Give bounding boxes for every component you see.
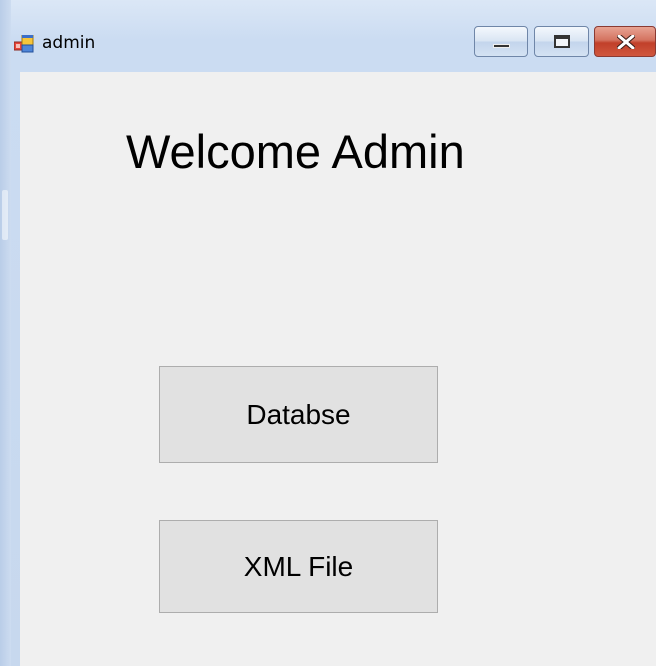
form-client-area: Welcome Admin Databse XML File [20, 72, 656, 666]
minimize-icon [493, 44, 510, 48]
title-bar[interactable]: admin [0, 0, 656, 72]
windows-form-icon [13, 34, 34, 53]
border-glint [2, 190, 8, 240]
database-button[interactable]: Databse [159, 366, 438, 463]
xml-file-button[interactable]: XML File [159, 520, 438, 613]
close-icon [617, 35, 635, 49]
window-title: admin [42, 33, 96, 53]
maximize-icon [554, 35, 570, 48]
minimize-button[interactable] [474, 26, 528, 57]
close-button[interactable] [594, 26, 656, 57]
admin-window: admin Welcome Admin Databse XML File [0, 0, 656, 666]
window-left-border [0, 0, 11, 666]
welcome-heading: Welcome Admin [126, 125, 465, 178]
maximize-button[interactable] [534, 26, 589, 57]
